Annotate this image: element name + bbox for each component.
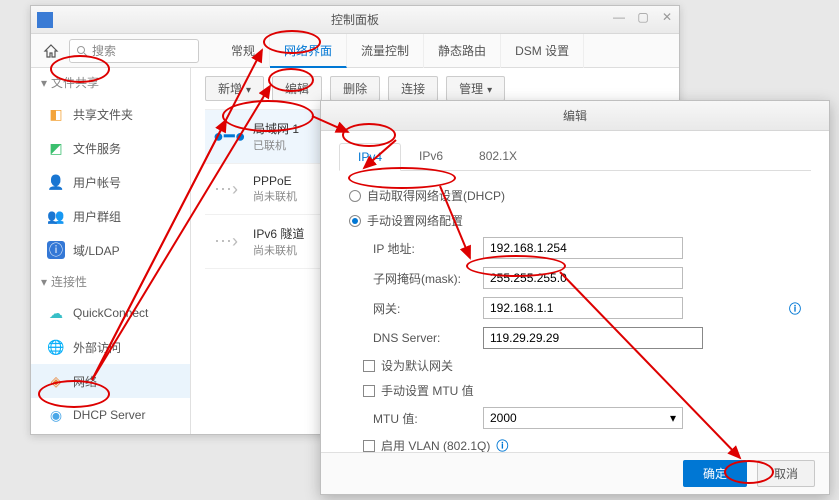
checkbox-icon[interactable] (363, 440, 375, 452)
checkbox-icon[interactable] (363, 360, 375, 372)
home-icon (43, 43, 59, 59)
sidebar-item-user[interactable]: 👤用户帐号 (31, 165, 190, 199)
tab-static-route[interactable]: 静态路由 (424, 34, 501, 68)
tunnel-icon: ⋯› (213, 231, 239, 252)
radio-dhcp[interactable]: 自动取得网络设置(DHCP) (339, 183, 811, 208)
search-icon (76, 45, 88, 57)
manage-button[interactable]: 管理 (446, 76, 505, 101)
mtu-select[interactable]: 2000▾ (483, 407, 683, 429)
home-button[interactable] (39, 39, 63, 63)
toolbar: 搜索 常规 网络界面 流量控制 静态路由 DSM 设置 (31, 34, 679, 68)
manual-mtu-label: 手动设置 MTU 值 (381, 382, 474, 399)
edit-dialog: 编辑 IPv4 IPv6 802.1X 自动取得网络设置(DHCP) 手动设置网… (320, 100, 830, 495)
minimize-icon[interactable]: — (611, 10, 627, 24)
sidebar-item-shared-folder[interactable]: ◧共享文件夹 (31, 97, 190, 131)
sidebar-item-file-services[interactable]: ◩文件服务 (31, 131, 190, 165)
gateway-input[interactable] (483, 297, 683, 319)
lan-icon: ●━● (213, 126, 239, 147)
app-icon (37, 12, 53, 28)
sidebar-item-dhcp-server[interactable]: ◉DHCP Server (31, 398, 190, 432)
dns-label: DNS Server: (373, 331, 473, 345)
tab-general[interactable]: 常规 (217, 34, 270, 68)
mask-label: 子网掩码(mask): (373, 270, 473, 287)
default-gateway-label: 设为默认网关 (381, 357, 453, 374)
dhcp-icon: ◉ (47, 406, 65, 424)
ip-label: IP 地址: (373, 240, 473, 257)
tab-ipv4[interactable]: IPv4 (339, 143, 401, 171)
dialog-footer: 确定 取消 (321, 452, 829, 494)
tab-ipv6[interactable]: IPv6 (401, 143, 461, 170)
sidebar-item-group[interactable]: 👥用户群组 (31, 199, 190, 233)
chevron-down-icon: ▾ (670, 411, 676, 425)
network-icon: ◈ (47, 372, 65, 390)
checkbox-icon[interactable] (363, 385, 375, 397)
chevron-down-icon: ▾ (41, 76, 47, 90)
chevron-down-icon: ▾ (41, 275, 47, 289)
radio-icon (349, 215, 361, 227)
mask-input[interactable] (483, 267, 683, 289)
radio-icon (349, 190, 361, 202)
tab-8021x[interactable]: 802.1X (461, 143, 535, 170)
info-icon[interactable]: ⓘ (789, 300, 801, 317)
search-placeholder: 搜索 (92, 42, 116, 59)
dialog-tabs: IPv4 IPv6 802.1X (339, 143, 811, 171)
dns-input[interactable] (483, 327, 703, 349)
gateway-label: 网关: (373, 300, 473, 317)
search-input[interactable]: 搜索 (69, 39, 199, 63)
titlebar: 控制面板 — ▢ ✕ (31, 6, 679, 34)
create-button[interactable]: 新增 (205, 76, 264, 101)
tab-network-interface[interactable]: 网络界面 (270, 34, 347, 68)
globe-icon: 🌐 (47, 338, 65, 356)
sidebar-section-fileshare[interactable]: ▾文件共享 (31, 68, 190, 97)
pppoe-icon: ⋯› (213, 179, 239, 200)
cancel-button[interactable]: 取消 (757, 460, 815, 487)
radio-manual[interactable]: 手动设置网络配置 (339, 208, 811, 233)
ldap-icon: ⓘ (47, 241, 65, 259)
sidebar-item-network[interactable]: ◈网络 (31, 364, 190, 398)
sidebar-section-connectivity[interactable]: ▾连接性 (31, 267, 190, 296)
mtu-label: MTU 值: (373, 410, 473, 427)
ip-input[interactable] (483, 237, 683, 259)
ok-button[interactable]: 确定 (683, 460, 747, 487)
group-icon: 👥 (47, 207, 65, 225)
cloud-icon: ☁ (47, 304, 65, 322)
tab-traffic-control[interactable]: 流量控制 (347, 34, 424, 68)
sidebar-item-ldap[interactable]: ⓘ域/LDAP (31, 233, 190, 267)
folder-icon: ◧ (47, 105, 65, 123)
close-icon[interactable]: ✕ (659, 10, 675, 24)
tab-dsm-settings[interactable]: DSM 设置 (501, 34, 584, 68)
maximize-icon[interactable]: ▢ (635, 10, 651, 24)
file-service-icon: ◩ (47, 139, 65, 157)
delete-button[interactable]: 删除 (330, 76, 380, 101)
sidebar-item-quickconnect[interactable]: ☁QuickConnect (31, 296, 190, 330)
edit-button[interactable]: 编辑 (272, 76, 322, 101)
sidebar: ▾文件共享 ◧共享文件夹 ◩文件服务 👤用户帐号 👥用户群组 ⓘ域/LDAP ▾… (31, 68, 191, 434)
sidebar-item-external-access[interactable]: 🌐外部访问 (31, 330, 190, 364)
window-title: 控制面板 (331, 11, 379, 28)
dialog-title: 编辑 (321, 101, 829, 131)
connect-button[interactable]: 连接 (388, 76, 438, 101)
user-icon: 👤 (47, 173, 65, 191)
main-tabs: 常规 网络界面 流量控制 静态路由 DSM 设置 (217, 34, 584, 68)
content-toolbar: 新增 编辑 删除 连接 管理 (205, 76, 665, 101)
